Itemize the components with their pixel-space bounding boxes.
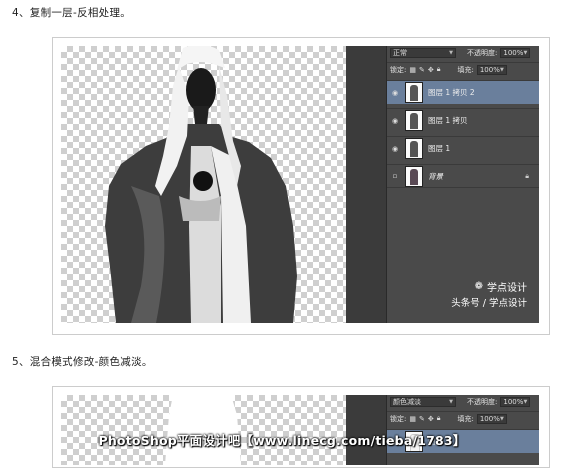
eye-icon[interactable]: ◉	[387, 117, 403, 125]
wechat-icon: ❁	[474, 281, 483, 292]
blend-mode-value: 颜色减淡	[393, 398, 421, 406]
opacity-value: 100%	[503, 49, 524, 57]
step5-caption: 5、混合模式修改-颜色减淡。	[12, 356, 153, 368]
watermark-brand: 学点设计	[487, 283, 527, 294]
blend-row: 颜色减淡 ▼ 不透明度: 100% ▼	[387, 395, 539, 409]
chevron-down-icon: ▼	[523, 50, 528, 56]
layer-thumbnail	[405, 138, 423, 159]
layer-name: 背景	[428, 171, 443, 181]
layer-row-background[interactable]: ▫ 背景 🔒︎	[387, 164, 539, 188]
layer-name: 图层 1 拷贝 2	[428, 88, 475, 97]
layer-name: 图层 1 拷贝	[428, 116, 468, 125]
fill-label: 填充:	[457, 65, 474, 74]
layer-row-1[interactable]: ◉ 图层 1	[387, 136, 539, 160]
opacity-field[interactable]: 100% ▼	[500, 48, 531, 58]
lock-position-icon[interactable]: ✥	[428, 415, 434, 423]
figure-invert-step: 正常 ▼ 不透明度: 100% ▼ 锁定: ▦ ✎ ✥ 🔒︎ 填充: 100% …	[52, 37, 550, 335]
lock-all-icon[interactable]: 🔒︎	[437, 65, 441, 74]
lock-transparent-pixels-icon[interactable]: ▦	[409, 66, 416, 74]
opacity-field[interactable]: 100% ▼	[500, 397, 531, 407]
blend-mode-select[interactable]: 正常 ▼	[390, 48, 456, 58]
forum-watermark-banner: PhotoShop平面设计吧【www.linecg.com/tieba/1783…	[98, 433, 466, 448]
opacity-value: 100%	[503, 398, 524, 406]
lock-row: 锁定: ▦ ✎ ✥ 🔒︎ 填充: 100% ▼	[387, 62, 539, 76]
chevron-down-icon: ▼	[523, 399, 528, 405]
layer-thumbnail	[405, 165, 423, 187]
lock-position-icon[interactable]: ✥	[428, 66, 434, 74]
lock-icon: 🔒︎	[525, 171, 529, 180]
fill-label: 填充:	[457, 414, 474, 423]
layer-thumbnail	[405, 110, 423, 131]
chevron-down-icon: ▼	[449, 50, 453, 56]
eye-icon[interactable]: ◉	[387, 145, 403, 153]
layer-row-copy[interactable]: ◉ 图层 1 拷贝	[387, 108, 539, 132]
canvas-dark-strip	[346, 46, 386, 323]
layer-row-copy-2[interactable]: ◉ 图层 1 拷贝 2	[387, 80, 539, 104]
opacity-label: 不透明度:	[467, 49, 498, 57]
visibility-toggle-empty[interactable]: ▫	[387, 172, 403, 180]
opacity-label: 不透明度:	[467, 398, 498, 406]
layers-panel: 正常 ▼ 不透明度: 100% ▼ 锁定: ▦ ✎ ✥ 🔒︎ 填充: 100% …	[386, 46, 539, 323]
eye-icon[interactable]: ◉	[387, 89, 403, 97]
lock-image-pixels-icon[interactable]: ✎	[419, 415, 425, 423]
lock-label: 锁定:	[390, 65, 407, 74]
chevron-down-icon: ▼	[499, 415, 504, 422]
fill-field[interactable]: 100% ▼	[476, 64, 507, 75]
fill-value: 100%	[479, 414, 500, 423]
blend-row: 正常 ▼ 不透明度: 100% ▼	[387, 46, 539, 60]
lock-image-pixels-icon[interactable]: ✎	[419, 66, 425, 74]
fill-value: 100%	[479, 65, 500, 74]
chevron-down-icon: ▼	[499, 66, 504, 73]
layer-thumbnail	[405, 82, 423, 103]
layer-name: 图层 1	[428, 144, 451, 153]
chevron-down-icon: ▼	[449, 399, 453, 405]
step4-caption: 4、复制一层-反相处理。	[12, 7, 132, 19]
lock-all-icon[interactable]: 🔒︎	[437, 414, 441, 423]
watermark-source: 头条号 / 学点设计	[451, 298, 527, 309]
watermark: ❁ 学点设计 头条号 / 学点设计	[451, 279, 527, 309]
fill-field[interactable]: 100% ▼	[476, 413, 507, 424]
lock-row: 锁定: ▦ ✎ ✥ 🔒︎ 填充: 100% ▼	[387, 411, 539, 425]
lock-transparent-pixels-icon[interactable]: ▦	[409, 415, 416, 423]
blend-mode-select[interactable]: 颜色减淡 ▼	[390, 397, 456, 407]
lock-label: 锁定:	[390, 414, 407, 423]
blend-mode-value: 正常	[393, 49, 407, 57]
